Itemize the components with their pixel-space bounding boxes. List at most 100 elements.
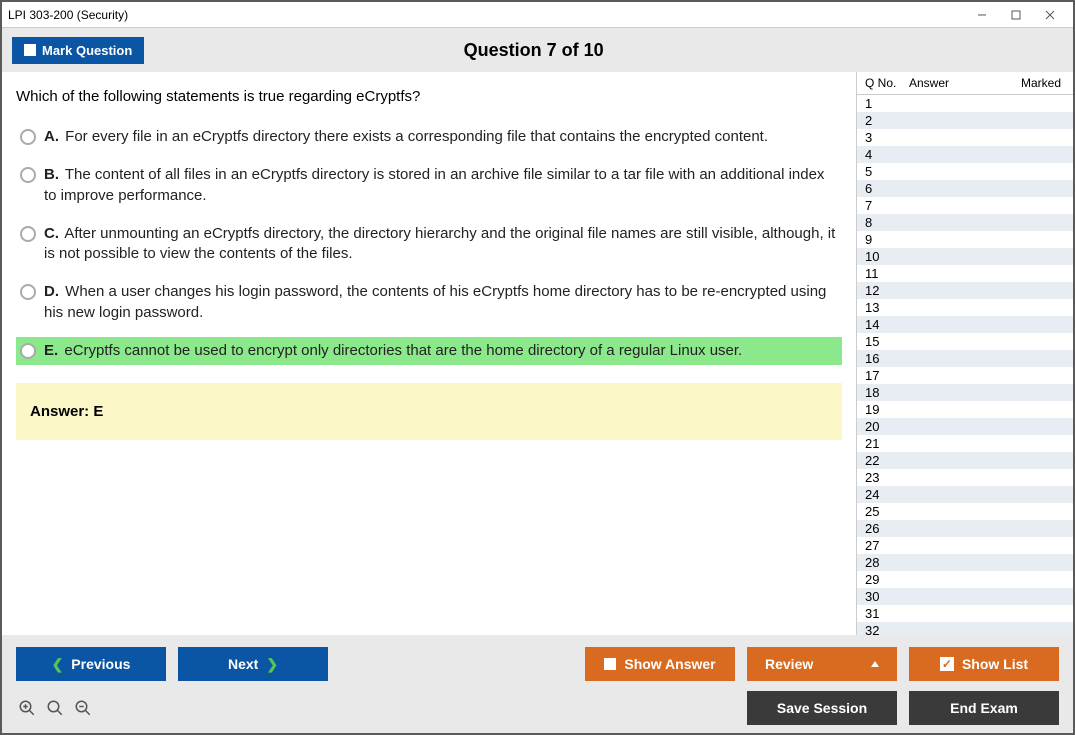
- header-bar: Mark Question Question 7 of 10: [2, 28, 1073, 72]
- mark-question-label: Mark Question: [42, 43, 132, 58]
- option-text: A. For every file in an eCryptfs directo…: [44, 127, 768, 147]
- question-list-row[interactable]: 10: [857, 248, 1073, 265]
- checkbox-icon: [24, 44, 36, 56]
- question-list-row[interactable]: 31: [857, 605, 1073, 622]
- question-list-row[interactable]: 32: [857, 622, 1073, 635]
- checkmark-icon: ✓: [940, 657, 954, 671]
- radio-icon: [20, 129, 36, 145]
- mark-question-button[interactable]: Mark Question: [12, 37, 144, 64]
- question-list-row[interactable]: 20: [857, 418, 1073, 435]
- option-a[interactable]: A. For every file in an eCryptfs directo…: [16, 123, 842, 151]
- question-list-row[interactable]: 5: [857, 163, 1073, 180]
- next-button[interactable]: Next ❯: [178, 647, 328, 681]
- minimize-button[interactable]: [965, 4, 999, 26]
- question-number: 25: [865, 504, 909, 519]
- question-list-row[interactable]: 16: [857, 350, 1073, 367]
- option-text: C. After unmounting an eCryptfs director…: [44, 224, 838, 265]
- question-number: 31: [865, 606, 909, 621]
- close-button[interactable]: [1033, 4, 1067, 26]
- zoom-out-button[interactable]: [72, 697, 94, 719]
- question-list-row[interactable]: 8: [857, 214, 1073, 231]
- question-number: 11: [865, 266, 909, 281]
- question-list-row[interactable]: 30: [857, 588, 1073, 605]
- end-exam-label: End Exam: [950, 700, 1018, 716]
- option-b[interactable]: B. The content of all files in an eCrypt…: [16, 161, 842, 210]
- radio-icon: [20, 226, 36, 242]
- question-list-row[interactable]: 4: [857, 146, 1073, 163]
- question-number: 28: [865, 555, 909, 570]
- question-number: 23: [865, 470, 909, 485]
- maximize-button[interactable]: [999, 4, 1033, 26]
- answer-text: Answer: E: [30, 403, 103, 420]
- question-number: 18: [865, 385, 909, 400]
- question-number: 13: [865, 300, 909, 315]
- show-answer-label: Show Answer: [624, 656, 715, 672]
- question-number: 14: [865, 317, 909, 332]
- question-number: 21: [865, 436, 909, 451]
- question-list-row[interactable]: 3: [857, 129, 1073, 146]
- question-number: 10: [865, 249, 909, 264]
- option-e[interactable]: E. eCryptfs cannot be used to encrypt on…: [16, 337, 842, 365]
- question-list-row[interactable]: 24: [857, 486, 1073, 503]
- review-label: Review: [765, 656, 813, 672]
- footer-row-1: ❮ Previous Next ❯ Show Answer Review ✓ S…: [16, 647, 1059, 681]
- main-area: Which of the following statements is tru…: [2, 72, 1073, 635]
- window-title: LPI 303-200 (Security): [8, 8, 965, 22]
- question-counter: Question 7 of 10: [144, 40, 923, 61]
- chevron-left-icon: ❮: [52, 656, 64, 673]
- question-list-row[interactable]: 15: [857, 333, 1073, 350]
- show-list-button[interactable]: ✓ Show List: [909, 647, 1059, 681]
- question-list-header: Q No. Answer Marked: [857, 72, 1073, 95]
- question-list-row[interactable]: 28: [857, 554, 1073, 571]
- question-number: 7: [865, 198, 909, 213]
- option-c[interactable]: C. After unmounting an eCryptfs director…: [16, 220, 842, 269]
- question-prompt: Which of the following statements is tru…: [16, 88, 842, 105]
- show-answer-button[interactable]: Show Answer: [585, 647, 735, 681]
- col-marked: Marked: [1007, 76, 1067, 90]
- zoom-in-button[interactable]: [44, 697, 66, 719]
- footer-bar: ❮ Previous Next ❯ Show Answer Review ✓ S…: [2, 635, 1073, 733]
- question-list-row[interactable]: 22: [857, 452, 1073, 469]
- question-list-row[interactable]: 21: [857, 435, 1073, 452]
- question-number: 9: [865, 232, 909, 247]
- question-list-row[interactable]: 17: [857, 367, 1073, 384]
- question-list-row[interactable]: 23: [857, 469, 1073, 486]
- question-list-row[interactable]: 11: [857, 265, 1073, 282]
- question-list-row[interactable]: 6: [857, 180, 1073, 197]
- question-number: 8: [865, 215, 909, 230]
- answer-box: Answer: E: [16, 383, 842, 440]
- question-list-row[interactable]: 9: [857, 231, 1073, 248]
- question-list-row[interactable]: 26: [857, 520, 1073, 537]
- checkbox-icon: [604, 658, 616, 670]
- question-list-row[interactable]: 19: [857, 401, 1073, 418]
- question-list[interactable]: 1234567891011121314151617181920212223242…: [857, 95, 1073, 635]
- zoom-reset-button[interactable]: [16, 697, 38, 719]
- show-list-label: Show List: [962, 656, 1028, 672]
- save-session-button[interactable]: Save Session: [747, 691, 897, 725]
- question-number: 16: [865, 351, 909, 366]
- zoom-controls: [16, 697, 94, 719]
- question-list-row[interactable]: 2: [857, 112, 1073, 129]
- question-number: 32: [865, 623, 909, 635]
- question-list-row[interactable]: 18: [857, 384, 1073, 401]
- footer-row-2: Save Session End Exam: [16, 691, 1059, 725]
- option-d[interactable]: D. When a user changes his login passwor…: [16, 278, 842, 327]
- question-number: 15: [865, 334, 909, 349]
- end-exam-button[interactable]: End Exam: [909, 691, 1059, 725]
- question-list-row[interactable]: 27: [857, 537, 1073, 554]
- question-list-row[interactable]: 25: [857, 503, 1073, 520]
- review-button[interactable]: Review: [747, 647, 897, 681]
- radio-icon: [20, 284, 36, 300]
- question-number: 2: [865, 113, 909, 128]
- previous-button[interactable]: ❮ Previous: [16, 647, 166, 681]
- chevron-right-icon: ❯: [266, 656, 278, 673]
- option-text: B. The content of all files in an eCrypt…: [44, 165, 838, 206]
- question-number: 5: [865, 164, 909, 179]
- question-list-row[interactable]: 14: [857, 316, 1073, 333]
- question-list-row[interactable]: 1: [857, 95, 1073, 112]
- question-list-row[interactable]: 7: [857, 197, 1073, 214]
- question-list-row[interactable]: 29: [857, 571, 1073, 588]
- question-list-row[interactable]: 13: [857, 299, 1073, 316]
- titlebar: LPI 303-200 (Security): [2, 2, 1073, 28]
- question-list-row[interactable]: 12: [857, 282, 1073, 299]
